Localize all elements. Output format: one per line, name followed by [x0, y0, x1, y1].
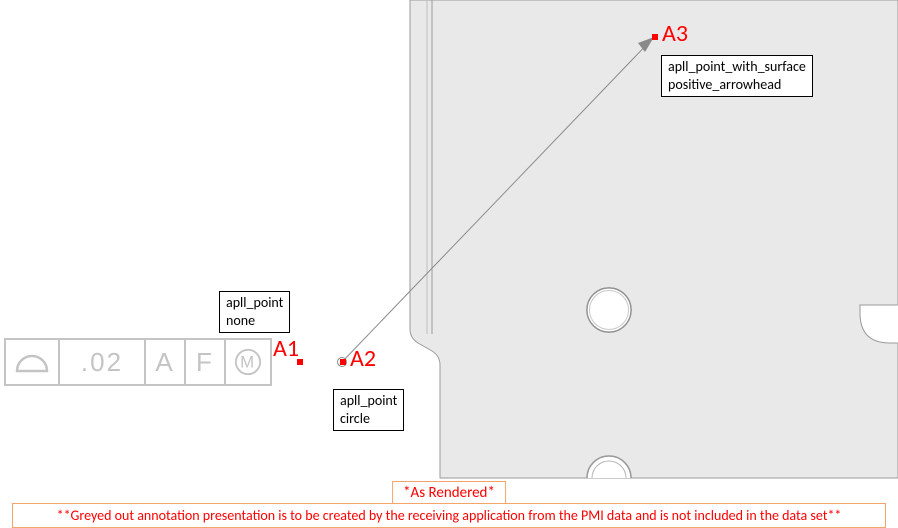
- marker-label-a2: A2: [350, 347, 376, 371]
- marker-label-a1: A1: [273, 337, 299, 361]
- max-material-icon: M: [234, 347, 262, 377]
- part-shape: [410, 0, 898, 478]
- callout-a3-line1: apll_point_with_surface: [668, 58, 806, 76]
- note-footer: **Greyed out annotation presentation is …: [12, 503, 886, 528]
- callout-a1-line1: apll_point: [226, 294, 283, 312]
- feature-control-frame: .02 A F M: [4, 338, 272, 386]
- callout-a3-line2: positive_arrowhead: [668, 76, 806, 94]
- marker-dot-a2: [340, 359, 346, 365]
- fcf-datum-a-label: A: [155, 347, 174, 378]
- fcf-datum-f-label: F: [196, 347, 214, 378]
- svg-text:M: M: [240, 353, 256, 372]
- fcf-symbol-profile-surface: [4, 338, 58, 386]
- diagram-stage: .02 A F M A1 A2 A3 apll_point none apll_…: [0, 0, 898, 526]
- note-as-rendered: *As Rendered*: [392, 481, 506, 505]
- fcf-modifier-m: M: [224, 338, 272, 386]
- fcf-datum-a: A: [144, 338, 184, 386]
- marker-label-a3: A3: [662, 22, 688, 46]
- marker-dot-a3: [652, 34, 658, 40]
- fcf-tolerance: .02: [58, 338, 144, 386]
- profile-of-surface-icon: [15, 351, 49, 373]
- fcf-datum-f: F: [184, 338, 224, 386]
- callout-a3: apll_point_with_surface positive_arrowhe…: [661, 55, 813, 97]
- callout-a2: apll_point circle: [333, 389, 404, 431]
- callout-a2-line1: apll_point: [340, 392, 397, 410]
- callout-a1: apll_point none: [219, 291, 290, 333]
- fcf-tolerance-value: .02: [81, 347, 123, 378]
- callout-a1-line2: none: [226, 312, 283, 330]
- callout-a2-line2: circle: [340, 410, 397, 428]
